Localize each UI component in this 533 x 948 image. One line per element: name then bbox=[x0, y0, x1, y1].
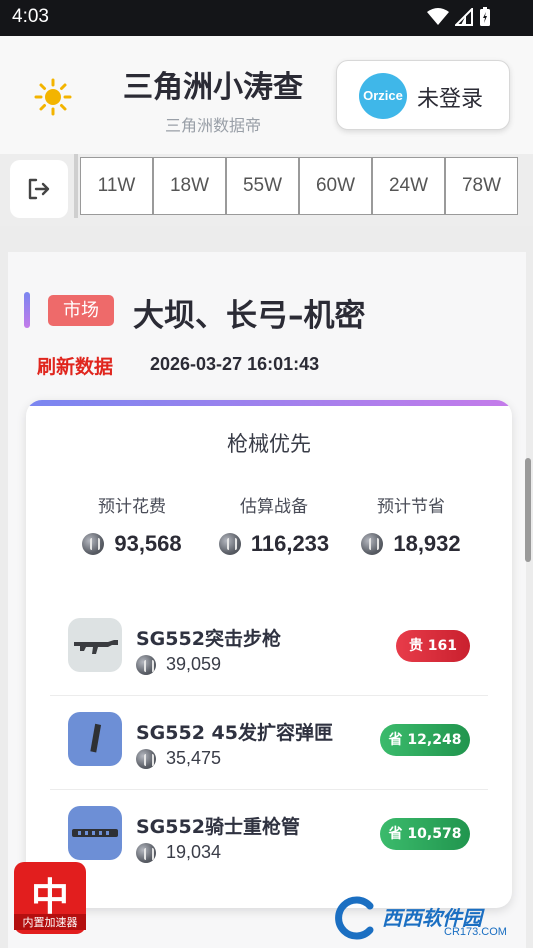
item-price-value: 39,059 bbox=[166, 654, 222, 674]
battery-icon bbox=[480, 7, 490, 26]
accelerator-watermark: 中 内置加速器 bbox=[14, 862, 86, 934]
barrel-icon bbox=[68, 806, 122, 860]
signal-icon bbox=[455, 8, 473, 26]
tab-price-4[interactable]: 60W bbox=[299, 157, 372, 215]
item-name: SG552突击步枪 bbox=[136, 628, 281, 650]
status-icons bbox=[427, 7, 491, 27]
item-price: 19,034 bbox=[136, 842, 221, 863]
exit-button[interactable] bbox=[10, 160, 68, 218]
watermark-caption: 内置加速器 bbox=[14, 914, 86, 930]
rifle-icon bbox=[68, 618, 122, 672]
tab-price-2[interactable]: 18W bbox=[153, 157, 226, 215]
stat-label: 预计节省 bbox=[377, 497, 445, 517]
list-item[interactable]: SG552 45发扩容弹匣 35,475 省 12,248 bbox=[50, 696, 488, 790]
stat-label: 估算战备 bbox=[240, 497, 308, 517]
item-price-value: 35,475 bbox=[166, 748, 222, 768]
coin-icon bbox=[136, 842, 156, 863]
tab-price-5[interactable]: 24W bbox=[372, 157, 445, 215]
refresh-timestamp: 2026-03-27 16:01:43 bbox=[150, 354, 320, 374]
scrollbar[interactable] bbox=[525, 458, 531, 562]
list-item[interactable]: SG552突击步枪 39,059 贵 161 bbox=[50, 602, 488, 696]
saving-badge: 省 10,578 bbox=[380, 818, 470, 850]
logout-icon bbox=[28, 178, 50, 200]
status-bar: 4:03 bbox=[0, 0, 533, 36]
login-button[interactable]: Orzice 未登录 bbox=[336, 60, 510, 130]
tab-price-6[interactable]: 78W bbox=[445, 157, 518, 215]
item-name: SG552 45发扩容弹匣 bbox=[136, 722, 333, 744]
stat-savings: 预计节省 18,932 bbox=[346, 492, 476, 557]
item-name: SG552骑士重枪管 bbox=[136, 816, 300, 838]
market-badge: 市场 bbox=[48, 295, 114, 326]
card-title: 枪械优先 bbox=[227, 432, 311, 456]
coin-icon bbox=[218, 533, 241, 555]
stat-value-row: 18,932 bbox=[346, 531, 476, 557]
stat-readiness: 估算战备 116,233 bbox=[204, 492, 344, 557]
watermark-glyph: 中 bbox=[30, 875, 69, 919]
section-accent-bar bbox=[24, 292, 30, 328]
card-gradient-bar bbox=[26, 400, 512, 406]
status-time: 4:03 bbox=[12, 6, 49, 27]
brand-logo-icon: Orzice bbox=[359, 73, 407, 119]
stat-value-row: 116,233 bbox=[204, 531, 344, 557]
item-price: 35,475 bbox=[136, 748, 221, 769]
refresh-data-button[interactable]: 刷新数据 bbox=[37, 352, 113, 379]
price-tabs: 11W 18W 55W 60W 24W 78W bbox=[80, 157, 518, 215]
site-logo-icon bbox=[335, 896, 374, 940]
tab-price-3[interactable]: 55W bbox=[226, 157, 299, 215]
coin-icon bbox=[82, 533, 105, 555]
loadout-card: 枪械优先 预计花费 93,568 估算战备 116,233 预计节省 18,93… bbox=[26, 400, 512, 908]
magazine-icon bbox=[68, 712, 122, 766]
tab-divider bbox=[74, 154, 78, 218]
stat-label: 预计花费 bbox=[98, 497, 166, 517]
stat-cost: 预计花费 93,568 bbox=[72, 492, 192, 557]
login-status-label: 未登录 bbox=[417, 87, 484, 112]
app-header: 三角洲小涛查 三角洲数据帝 Orzice 未登录 bbox=[0, 36, 533, 154]
app-subtitle: 三角洲数据帝 bbox=[164, 116, 261, 135]
site-watermark: 西西软件园 CR173.COM bbox=[334, 896, 520, 942]
stat-value: 93,568 bbox=[114, 531, 182, 556]
coin-icon bbox=[361, 533, 384, 555]
wifi-icon bbox=[427, 8, 449, 25]
tab-price-1[interactable]: 11W bbox=[80, 157, 153, 215]
coin-icon bbox=[136, 748, 156, 769]
price-tab-bar: 11W 18W 55W 60W 24W 78W bbox=[0, 154, 533, 226]
theme-toggle-sun-icon[interactable] bbox=[34, 78, 72, 116]
saving-badge: 省 12,248 bbox=[380, 724, 470, 756]
coin-icon bbox=[136, 654, 156, 675]
list-item[interactable]: SG552骑士重枪管 19,034 省 10,578 bbox=[50, 790, 488, 884]
stat-value-row: 93,568 bbox=[72, 531, 192, 557]
map-name-heading: 大坝、长弓–机密 bbox=[133, 298, 366, 334]
item-price: 39,059 bbox=[136, 654, 221, 675]
item-price-value: 19,034 bbox=[166, 842, 222, 862]
stat-value: 116,233 bbox=[250, 531, 330, 556]
expensive-badge: 贵 161 bbox=[396, 630, 470, 662]
stat-value: 18,932 bbox=[393, 531, 461, 556]
app-title: 三角洲小涛查 bbox=[123, 70, 303, 105]
watermark-domain: CR173.COM bbox=[444, 926, 507, 938]
